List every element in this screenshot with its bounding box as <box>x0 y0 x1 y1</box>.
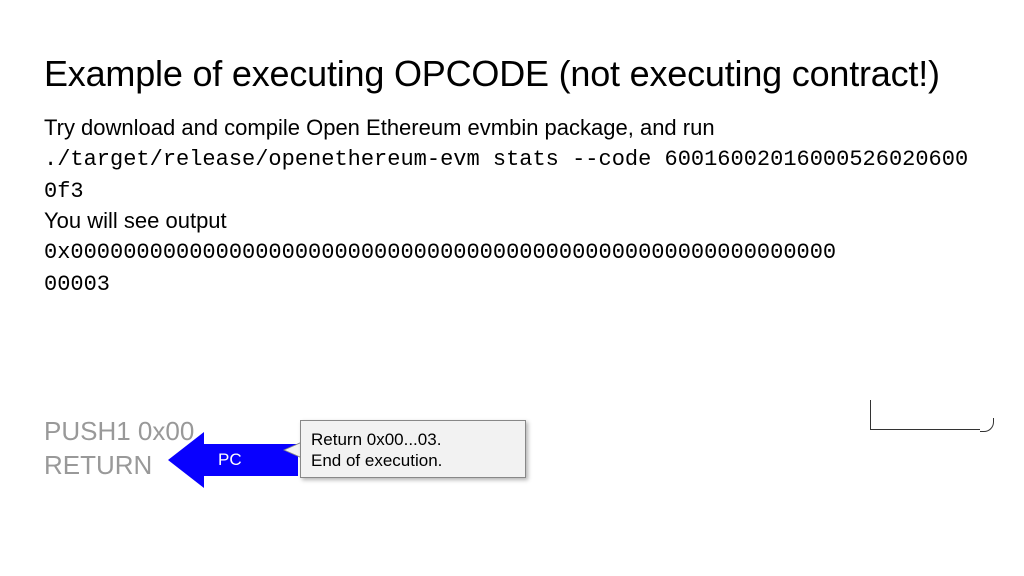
output-line-2: 00003 <box>44 272 110 297</box>
slide-title: Example of executing OPCODE (not executi… <box>44 52 980 95</box>
command-text: ./target/release/openethereum-evm stats … <box>44 147 968 204</box>
intro-text: Try download and compile Open Ethereum e… <box>44 115 715 140</box>
callout-box: Return 0x00...03. End of execution. <box>300 420 526 478</box>
pc-arrow: PC <box>168 432 298 488</box>
callout-line: Return 0x00...03. <box>311 429 515 450</box>
arrow-head-icon <box>168 432 204 488</box>
pc-label: PC <box>218 450 242 470</box>
phantom-curve-icon <box>980 418 994 432</box>
output-label: You will see output <box>44 208 227 233</box>
callout-tail-fill-icon <box>285 443 301 457</box>
phantom-box-icon <box>870 400 980 430</box>
slide: Example of executing OPCODE (not executi… <box>0 0 1024 576</box>
output-line-1: 0x00000000000000000000000000000000000000… <box>44 240 836 265</box>
body-text: Try download and compile Open Ethereum e… <box>44 113 980 299</box>
callout-line: End of execution. <box>311 450 515 471</box>
